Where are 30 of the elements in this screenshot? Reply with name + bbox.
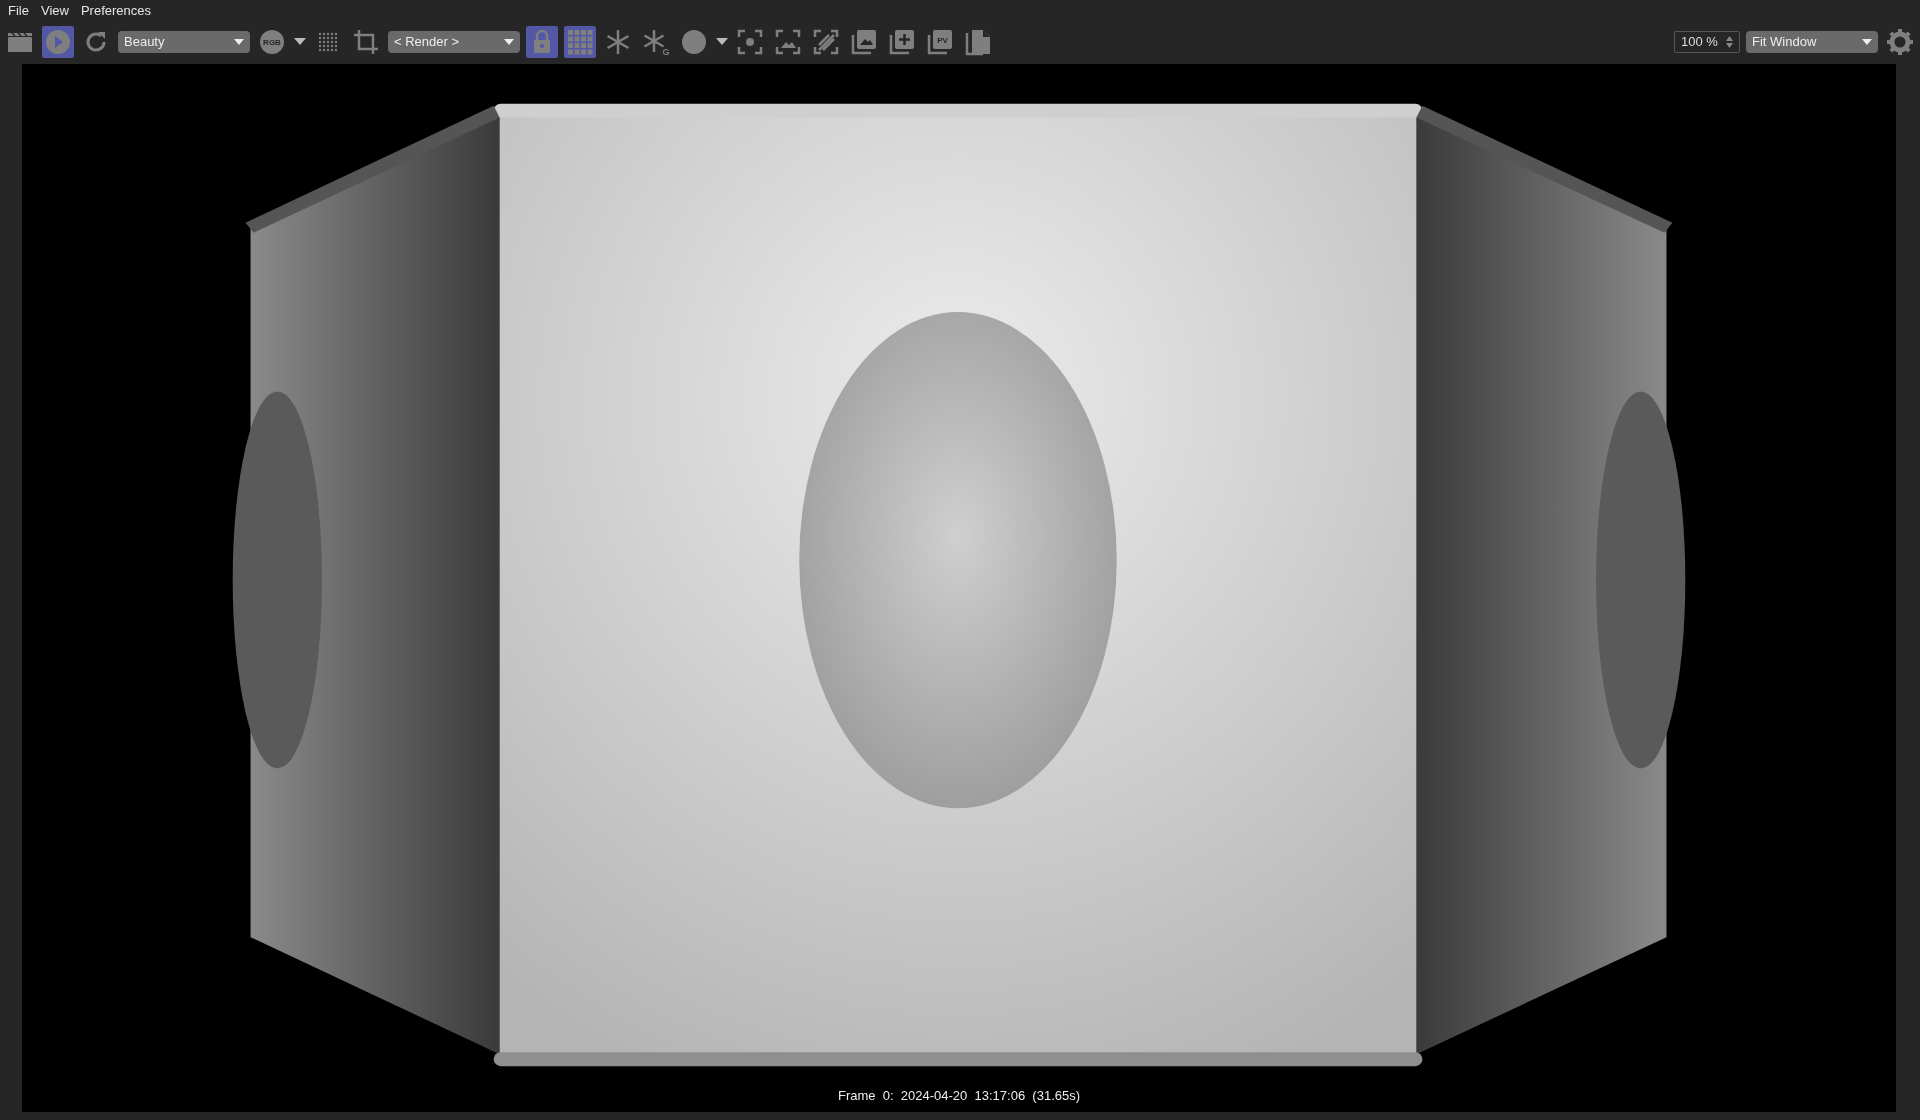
image-stack-icon [850, 28, 878, 56]
grid-icon [566, 28, 594, 56]
caret-icon [1862, 39, 1872, 45]
render-dropdown[interactable]: Beauty [118, 31, 250, 53]
frame-caption: Frame 0: 2024-04-20 13:17:06 (31.65s) [837, 1087, 1081, 1105]
circle-icon [680, 28, 708, 56]
hatched-frame-icon [812, 28, 840, 56]
snowflake-icon [604, 28, 632, 56]
caret-icon [504, 39, 514, 45]
play-icon [44, 28, 72, 56]
menu-item[interactable]: File [4, 1, 33, 21]
caret-icon[interactable] [294, 38, 306, 46]
crop-icon [352, 28, 380, 56]
add-stack-icon [888, 28, 916, 56]
pv-stack-button[interactable]: PV [924, 26, 956, 58]
fit-dropdown[interactable]: Fit Window [1746, 31, 1878, 53]
render-dropdown[interactable]: < Render > [388, 31, 520, 53]
stepper-icon[interactable] [1726, 36, 1733, 48]
rgb-button[interactable]: RGB [256, 26, 288, 58]
caret-icon[interactable] [716, 38, 728, 46]
gear-icon [1886, 28, 1914, 56]
menu-item[interactable]: View [36, 1, 73, 21]
caret-icon [234, 39, 244, 45]
copy-icon [964, 28, 992, 56]
snowflake-button[interactable]: G [640, 26, 672, 58]
focus-icon [736, 28, 764, 56]
menu-item[interactable]: Preferences [76, 1, 155, 21]
settings-button[interactable] [1884, 26, 1916, 58]
zoom-field[interactable]: 100 % [1674, 31, 1740, 53]
image-frame-icon [774, 28, 802, 56]
